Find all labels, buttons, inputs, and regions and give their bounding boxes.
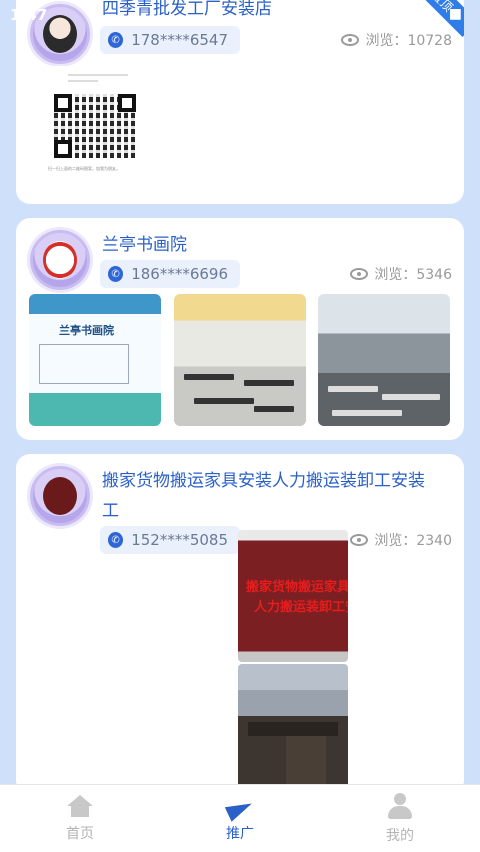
home-icon — [67, 794, 93, 817]
phone-number: 186****6696 — [131, 265, 228, 283]
post-title-line-2: 工 — [102, 501, 119, 521]
view-count-text: 浏览：10728 — [365, 33, 452, 49]
status-time: 1:47 — [10, 6, 48, 24]
poster-title: 兰亭书画院 — [59, 324, 114, 337]
phone-icon: ✆ — [108, 532, 124, 548]
avatar[interactable] — [30, 466, 90, 526]
tab-home[interactable]: 首页 — [0, 785, 160, 852]
image-overlay-text: 人力搬运装卸工安装 — [254, 600, 348, 615]
battery-icon: ■ — [448, 6, 462, 22]
view-count: 浏览：10728 — [341, 30, 452, 50]
tab-mine[interactable]: 我的 — [320, 785, 480, 852]
post-image[interactable]: 搬家货物搬运家具安 人力搬运装卸工安装 — [238, 530, 348, 662]
phone-number: 178****6547 — [131, 31, 228, 49]
phone-icon: ✆ — [108, 266, 124, 282]
post-title[interactable]: 搬家货物搬运家具安装人力搬运装卸工安装 工 — [102, 466, 425, 526]
eye-icon — [350, 268, 369, 280]
post-image[interactable] — [174, 294, 306, 426]
view-count-text: 浏览：2340 — [374, 533, 452, 549]
eye-icon — [341, 34, 360, 46]
tab-label: 首页 — [66, 825, 94, 842]
avatar[interactable] — [30, 230, 90, 290]
paper-plane-icon — [224, 795, 256, 822]
post-card[interactable]: 兰亭书画院 ✆ 186****6696 浏览：5346 兰亭书画院 — [16, 218, 464, 440]
tab-label: 我的 — [386, 827, 414, 844]
image-overlay-text: 搬家货物搬运家具安 — [246, 580, 348, 595]
view-count-text: 浏览：5346 — [374, 267, 452, 283]
tab-label: 推广 — [226, 825, 254, 842]
post-image[interactable]: 扫一扫上面的二维码图案，加我为朋友。 — [46, 66, 166, 178]
view-count: 浏览：2340 — [350, 530, 452, 550]
phone-icon: ✆ — [108, 32, 124, 48]
post-card[interactable]: 置顶 四季青批发工厂安装店 ✆ 178****6547 浏览：10728 扫一扫… — [16, 0, 464, 204]
phone-button[interactable]: ✆ 178****6547 — [100, 26, 240, 54]
phone-button[interactable]: ✆ 152****5085 — [100, 526, 240, 554]
post-title-line-1: 搬家货物搬运家具安装人力搬运装卸工安装 — [102, 471, 425, 491]
eye-icon — [350, 534, 369, 546]
post-image[interactable]: 兰亭书画院 — [29, 294, 161, 426]
post-title[interactable]: 兰亭书画院 — [102, 230, 187, 260]
phone-button[interactable]: ✆ 186****6696 — [100, 260, 240, 288]
qr-caption: 扫一扫上面的二维码图案，加我为朋友。 — [48, 166, 120, 171]
post-image[interactable] — [238, 664, 348, 794]
post-image[interactable] — [318, 294, 450, 426]
post-title[interactable]: 四季青批发工厂安装店 — [102, 0, 272, 24]
phone-number: 152****5085 — [131, 531, 228, 549]
tab-promote[interactable]: 推广 — [160, 785, 320, 852]
user-icon — [388, 792, 412, 819]
post-card[interactable]: 搬家货物搬运家具安装人力搬运装卸工安装 工 ✆ 152****5085 浏览：2… — [16, 454, 464, 794]
bottom-tab-bar: 首页 推广 我的 — [0, 784, 480, 852]
view-count: 浏览：5346 — [350, 264, 452, 284]
